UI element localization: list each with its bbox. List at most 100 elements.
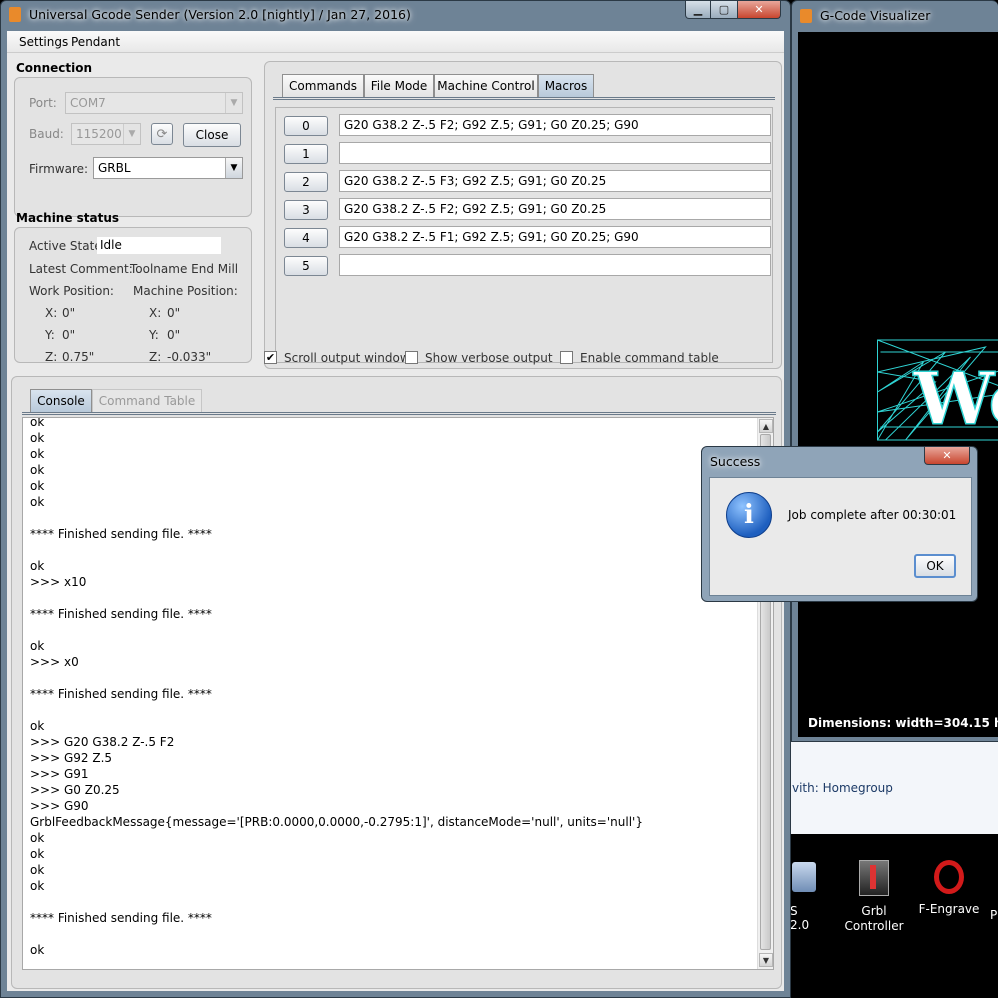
refresh-icon: ⟳ — [156, 126, 168, 142]
work-y-axis: Y: — [45, 328, 55, 342]
java-icon — [9, 7, 21, 22]
console-line: >>> G20 G38.2 Z-.5 F2 — [30, 735, 175, 749]
macro-5-button[interactable]: 5 — [284, 256, 328, 276]
visualizer-canvas[interactable]: Wo Dimensions: width=304.15 height — [798, 32, 998, 737]
macro-1-button[interactable]: 1 — [284, 144, 328, 164]
dialog-close-button[interactable]: ✕ — [924, 447, 970, 465]
baud-label: Baud: — [29, 127, 64, 141]
chevron-down-icon: ▼ — [225, 93, 242, 113]
macro-1-command[interactable] — [339, 142, 771, 164]
dialog-title: Success — [710, 454, 761, 469]
minimize-button[interactable]: ▁ — [685, 1, 711, 19]
console-line: ok — [30, 879, 45, 893]
desktop-icon-s20[interactable]: S 2.0 — [790, 862, 820, 932]
tab-divider — [273, 97, 775, 100]
dialog-body: i Job complete after 00:30:01 OK — [709, 477, 972, 596]
tab-command-table[interactable]: Command Table — [92, 389, 202, 412]
close-connection-button[interactable]: Close — [183, 123, 241, 147]
console-line: ok — [30, 639, 45, 653]
app-icon — [792, 862, 816, 892]
command-table-checkbox[interactable] — [560, 351, 573, 364]
refresh-ports-button[interactable]: ⟳ — [151, 123, 173, 145]
visualizer-titlebar[interactable]: G-Code Visualizer — [792, 1, 998, 31]
desktop-icon-f-engrave[interactable]: F-Engrave — [918, 860, 980, 930]
work-z-value: 0.75" — [62, 350, 95, 364]
dialog-ok-button[interactable]: OK — [914, 554, 956, 578]
console-line: ok — [30, 447, 45, 461]
console-line: ok — [30, 847, 45, 861]
console-line: >>> G91 — [30, 767, 89, 781]
baud-value: 115200 — [76, 127, 122, 141]
homegroup-text: vith: Homegroup — [792, 781, 893, 795]
console-line: >>> x10 — [30, 575, 87, 589]
baud-combo[interactable]: 115200 ▼ — [71, 123, 141, 145]
macro-0-button[interactable]: 0 — [284, 116, 328, 136]
macro-2-command[interactable]: G20 G38.2 Z-.5 F3; G92 Z.5; G91; G0 Z0.2… — [339, 170, 771, 192]
verbose-output-checkbox[interactable] — [405, 351, 418, 364]
tab-commands[interactable]: Commands — [282, 74, 364, 97]
scroll-output-checkbox[interactable]: ✔ — [264, 351, 277, 364]
scroll-up-arrow[interactable]: ▲ — [759, 419, 773, 433]
menu-settings[interactable]: Settings — [19, 35, 68, 49]
scroll-output-label: Scroll output window — [284, 351, 410, 365]
command-table-label: Enable command table — [580, 351, 719, 365]
console-line: ok — [30, 463, 45, 477]
macro-4-button[interactable]: 4 — [284, 228, 328, 248]
macro-0-command[interactable]: G20 G38.2 Z-.5 F2; G92 Z.5; G91; G0 Z0.2… — [339, 114, 771, 136]
macro-3-command[interactable]: G20 G38.2 Z-.5 F2; G92 Z.5; G91; G0 Z0.2… — [339, 198, 771, 220]
scroll-down-arrow[interactable]: ▼ — [759, 953, 773, 967]
close-window-button[interactable]: ✕ — [737, 1, 781, 19]
port-combo[interactable]: COM7 ▼ — [65, 92, 243, 114]
connection-header: Connection — [16, 61, 93, 75]
visualizer-title: G-Code Visualizer — [820, 8, 931, 23]
console-output[interactable]: ok ok ok ok ok ok **** Finished sending file. … — [22, 417, 774, 970]
console-line: GrblFeedbackMessage{message='[PRB:0.0000… — [30, 815, 643, 829]
work-x-value: 0" — [62, 306, 76, 320]
tab-console[interactable]: Console — [30, 389, 92, 412]
desktop-icon-label: S 2.0 — [790, 904, 810, 932]
console-panel: Console Command Table ok ok ok ok ok ok **** F… — [11, 376, 782, 989]
firmware-combo[interactable]: GRBL ▼ — [93, 157, 243, 179]
tab-machine-control[interactable]: Machine Control — [434, 74, 538, 97]
port-value: COM7 — [70, 96, 106, 110]
chevron-down-icon: ▼ — [123, 124, 140, 144]
success-dialog: Success ✕ i Job complete after 00:30:01 … — [701, 446, 978, 602]
tab-file-mode[interactable]: File Mode — [364, 74, 434, 97]
console-line: ok — [30, 559, 45, 573]
console-line: ok — [30, 943, 45, 957]
console-line: **** Finished sending file. **** — [30, 527, 212, 541]
info-icon: i — [726, 492, 772, 538]
desktop-icon-partial[interactable]: P — [990, 908, 997, 922]
console-line: ok — [30, 417, 45, 429]
maximize-button[interactable]: ▢ — [710, 1, 738, 19]
f-engrave-icon — [934, 860, 964, 894]
work-position-label: Work Position: — [29, 284, 114, 298]
chevron-down-icon: ▼ — [225, 158, 242, 178]
dialog-message: Job complete after 00:30:01 — [788, 508, 957, 522]
macro-2-button[interactable]: 2 — [284, 172, 328, 192]
desktop-icon-grbl-controller[interactable]: Grbl Controller — [840, 860, 908, 940]
machine-y-value: 0" — [167, 328, 181, 342]
console-tab-divider — [22, 412, 776, 415]
console-line: >>> G90 — [30, 799, 89, 813]
main-titlebar[interactable]: Universal Gcode Sender (Version 2.0 [nig… — [1, 1, 790, 31]
tab-macros[interactable]: Macros — [538, 74, 594, 97]
checkmark-icon: ✔ — [265, 351, 276, 364]
macro-5-command[interactable] — [339, 254, 771, 276]
latest-comment-label: Latest Comment: — [29, 262, 133, 276]
connection-panel: Port: COM7 ▼ Baud: 115200 ▼ ⟳ Close Firm… — [14, 77, 252, 217]
machine-x-value: 0" — [167, 306, 181, 320]
menu-pendant[interactable]: Pendant — [71, 35, 120, 49]
macro-3-button[interactable]: 3 — [284, 200, 328, 220]
firmware-label: Firmware: — [29, 162, 89, 176]
console-line: >>> G92 Z.5 — [30, 751, 113, 765]
machine-status-panel: Active State: Idle Latest Comment: Tooln… — [14, 227, 252, 364]
macro-4-command[interactable]: G20 G38.2 Z-.5 F1; G92 Z.5; G91; G0 Z0.2… — [339, 226, 771, 248]
visualizer-text: Wo — [913, 356, 998, 441]
console-line: ok — [30, 863, 45, 877]
work-x-axis: X: — [45, 306, 58, 320]
work-z-axis: Z: — [45, 350, 58, 364]
